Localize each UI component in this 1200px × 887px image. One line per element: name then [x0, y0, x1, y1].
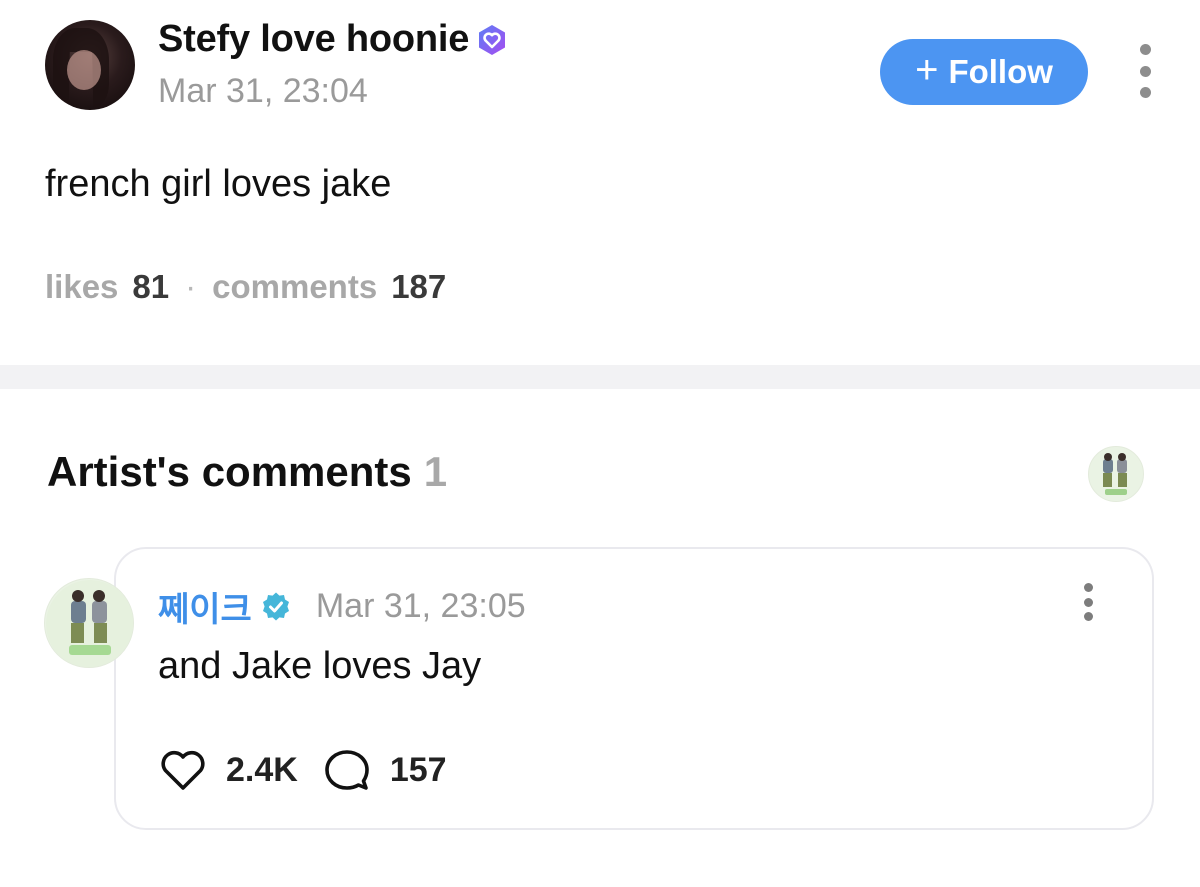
post-timestamp: Mar 31, 23:04 — [158, 72, 368, 110]
post-stats: likes 81 · comments 187 — [45, 268, 446, 306]
artist-comment-timestamp: Mar 31, 23:05 — [315, 587, 526, 625]
comment-reply-count: 157 — [389, 750, 447, 789]
follow-label: Follow — [948, 53, 1053, 90]
heart-icon[interactable] — [158, 745, 208, 795]
artist-comment-header: 쩨이크 Mar 31, 23:05 — [158, 582, 526, 631]
author-avatar[interactable] — [45, 20, 135, 110]
verified-heart-badge-icon — [479, 24, 506, 55]
comment-like-count: 2.4K — [226, 750, 298, 789]
verified-check-badge-icon — [262, 592, 289, 620]
likes-label: likes — [45, 268, 119, 305]
artist-comments-count: 1 — [423, 448, 448, 495]
section-divider — [0, 365, 1200, 389]
artist-avatar-thumbnail[interactable] — [1088, 446, 1144, 502]
plus-icon: + — [915, 48, 939, 92]
artist-name[interactable]: 쩨이크 — [158, 582, 252, 631]
artist-comment-avatar[interactable] — [44, 578, 134, 668]
artist-comments-heading: Artist's comments 1 — [47, 448, 447, 496]
likes-count: 81 — [132, 268, 170, 305]
post-more-options-icon[interactable] — [1135, 44, 1155, 98]
post-detail-page: Stefy love hoonie Mar 31, 23:04 + Follow… — [0, 0, 1200, 887]
artist-comments-title: Artist's comments — [47, 448, 412, 495]
comments-label[interactable]: comments — [212, 268, 377, 306]
post-body-text: french girl loves jake — [45, 163, 392, 205]
follow-button[interactable]: + Follow — [880, 39, 1088, 105]
speech-bubble-icon[interactable] — [322, 745, 372, 795]
artist-comment-actions: 2.4K 157 — [158, 745, 447, 795]
comment-more-options-icon[interactable] — [1078, 583, 1098, 621]
post-author-name[interactable]: Stefy love hoonie — [158, 18, 469, 61]
stats-separator: · — [185, 268, 197, 305]
post-author[interactable]: Stefy love hoonie — [158, 18, 509, 61]
artist-comment-text: and Jake loves Jay — [158, 645, 482, 687]
comments-count[interactable]: 187 — [391, 268, 446, 306]
